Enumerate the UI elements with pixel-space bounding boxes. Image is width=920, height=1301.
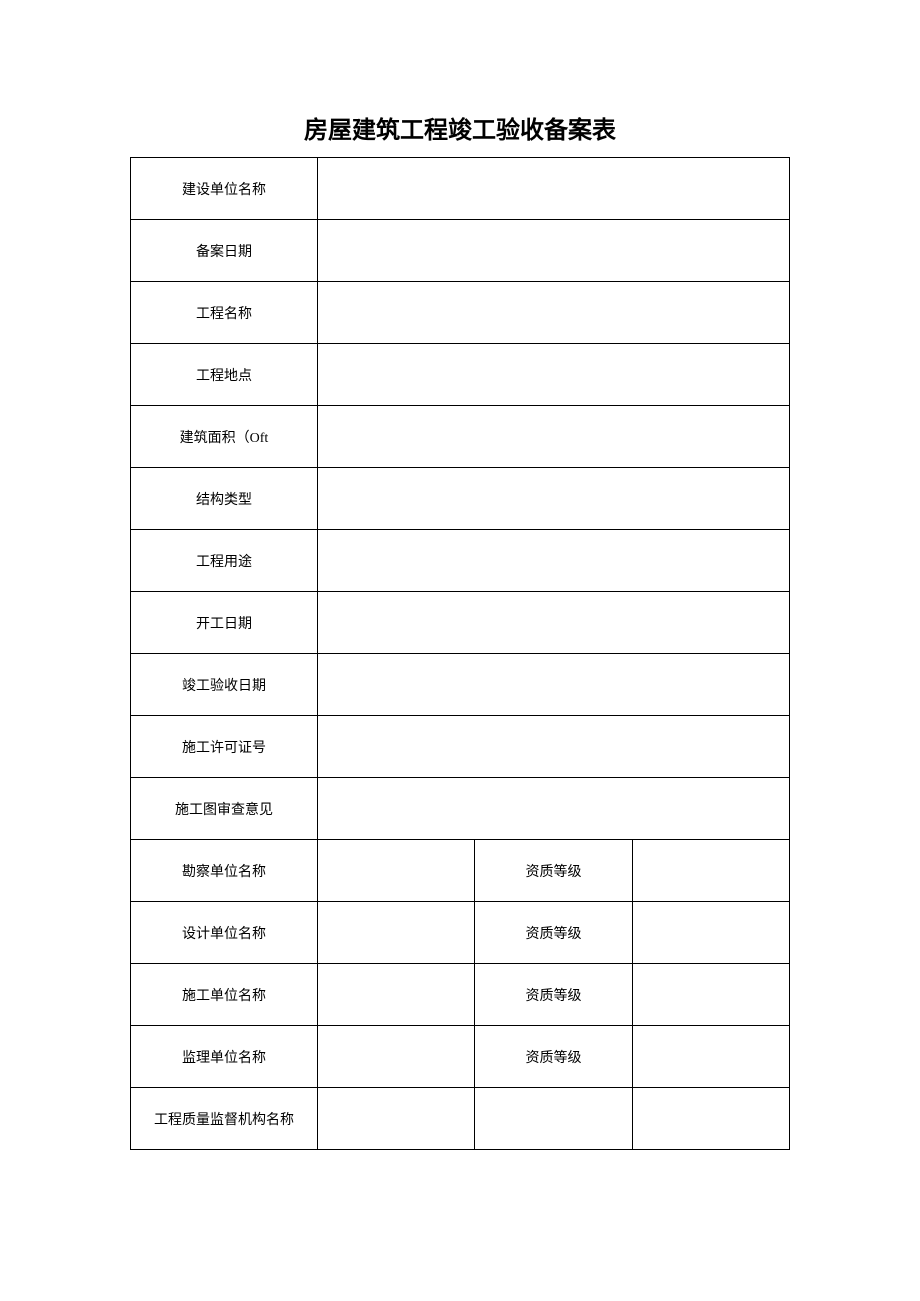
row-value — [632, 964, 789, 1026]
row-label: 工程用途 — [131, 530, 318, 592]
row-label: 建筑面积（Oft — [131, 406, 318, 468]
table-row: 备案日期 — [131, 220, 790, 282]
row-value — [318, 716, 790, 778]
table-row: 竣工验收日期 — [131, 654, 790, 716]
row-sublabel: 资质等级 — [475, 1026, 632, 1088]
row-value — [632, 1088, 789, 1150]
row-sublabel: 资质等级 — [475, 902, 632, 964]
row-value — [318, 902, 475, 964]
row-value — [318, 530, 790, 592]
row-sublabel: 资质等级 — [475, 840, 632, 902]
row-value — [318, 654, 790, 716]
row-value — [318, 1026, 475, 1088]
row-label: 备案日期 — [131, 220, 318, 282]
document-title: 房屋建筑工程竣工验收备案表 — [130, 110, 790, 145]
row-label: 勘察单位名称 — [131, 840, 318, 902]
table-row: 工程质量监督机构名称 — [131, 1088, 790, 1150]
row-sublabel: 资质等级 — [475, 964, 632, 1026]
row-label: 施工许可证号 — [131, 716, 318, 778]
row-value — [318, 220, 790, 282]
row-label: 工程地点 — [131, 344, 318, 406]
form-table: 建设单位名称 备案日期 工程名称 工程地点 建筑面积（Oft 结构类型 工程用途 — [130, 157, 790, 1150]
row-value — [632, 840, 789, 902]
row-label: 施工图审查意见 — [131, 778, 318, 840]
table-row: 监理单位名称 资质等级 — [131, 1026, 790, 1088]
row-sublabel — [475, 1088, 632, 1150]
table-row: 施工许可证号 — [131, 716, 790, 778]
row-label: 开工日期 — [131, 592, 318, 654]
row-label: 施工单位名称 — [131, 964, 318, 1026]
row-label: 设计单位名称 — [131, 902, 318, 964]
row-value — [318, 158, 790, 220]
row-value — [318, 468, 790, 530]
row-value — [318, 282, 790, 344]
row-value — [318, 344, 790, 406]
row-value — [318, 778, 790, 840]
row-label: 建设单位名称 — [131, 158, 318, 220]
table-row: 建筑面积（Oft — [131, 406, 790, 468]
row-label: 竣工验收日期 — [131, 654, 318, 716]
row-label: 工程质量监督机构名称 — [131, 1088, 318, 1150]
row-value — [318, 964, 475, 1026]
table-row: 工程地点 — [131, 344, 790, 406]
row-label: 监理单位名称 — [131, 1026, 318, 1088]
row-label: 工程名称 — [131, 282, 318, 344]
table-row: 结构类型 — [131, 468, 790, 530]
table-row: 工程用途 — [131, 530, 790, 592]
table-row: 设计单位名称 资质等级 — [131, 902, 790, 964]
row-value — [318, 592, 790, 654]
row-value — [318, 1088, 475, 1150]
row-value — [632, 1026, 789, 1088]
row-value — [632, 902, 789, 964]
row-label: 结构类型 — [131, 468, 318, 530]
table-row: 开工日期 — [131, 592, 790, 654]
table-row: 施工图审查意见 — [131, 778, 790, 840]
table-row: 勘察单位名称 资质等级 — [131, 840, 790, 902]
table-row: 工程名称 — [131, 282, 790, 344]
row-value — [318, 406, 790, 468]
table-row: 施工单位名称 资质等级 — [131, 964, 790, 1026]
table-row: 建设单位名称 — [131, 158, 790, 220]
row-value — [318, 840, 475, 902]
